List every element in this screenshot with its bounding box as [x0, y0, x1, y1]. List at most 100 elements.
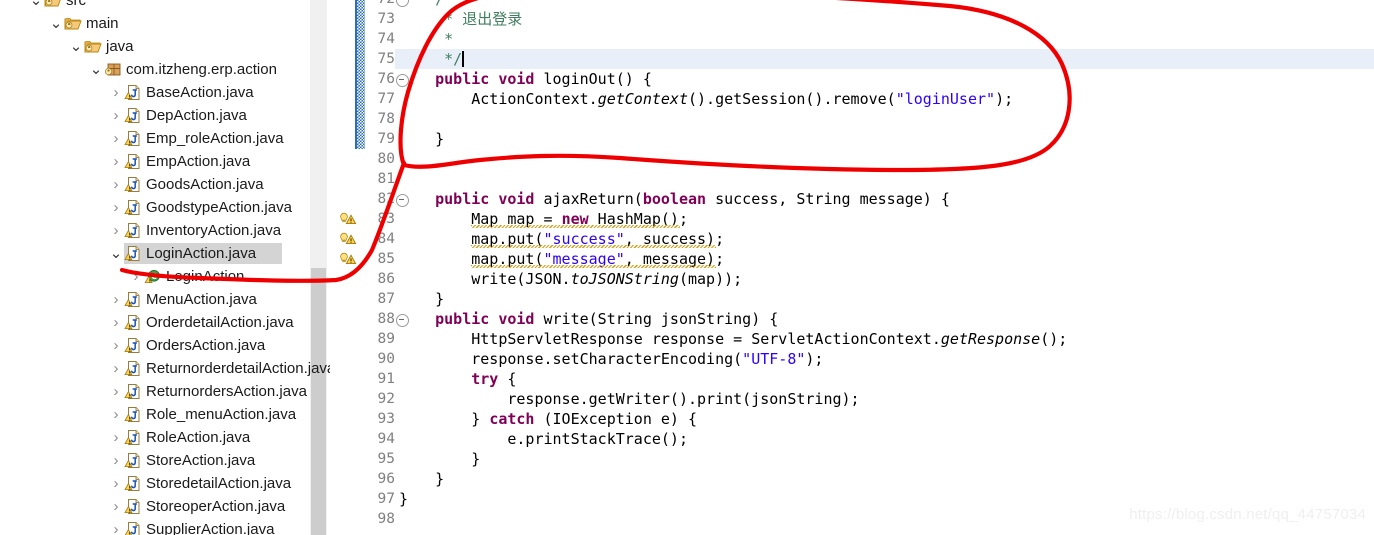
- java-file-icon: [124, 314, 142, 331]
- code-line[interactable]: try {: [399, 369, 516, 389]
- code-line[interactable]: public void loginOut() {: [399, 69, 652, 89]
- chevron-right-icon[interactable]: ›: [108, 150, 124, 173]
- tree-vertical-scrollbar[interactable]: [310, 0, 327, 535]
- code-line[interactable]: }: [399, 289, 444, 309]
- line-number: 88: [363, 309, 409, 329]
- quickfix-warning-icon[interactable]: [339, 231, 357, 247]
- tree-item-ordersaction-java[interactable]: › OrdersAction.java: [0, 334, 330, 357]
- chevron-right-icon[interactable]: ›: [128, 265, 144, 288]
- tree-item-baseaction-java[interactable]: › BaseAction.java: [0, 81, 330, 104]
- java-file-icon: [124, 246, 140, 261]
- code-line[interactable]: }: [399, 449, 480, 469]
- code-line[interactable]: }: [399, 489, 408, 509]
- code-line[interactable]: } catch (IOException e) {: [399, 409, 697, 429]
- code-line[interactable]: [399, 109, 408, 129]
- tree-item-storedetailaction-java[interactable]: › StoredetailAction.java: [0, 472, 330, 495]
- tree-item-goodsaction-java[interactable]: › GoodsAction.java: [0, 173, 330, 196]
- chevron-right-icon[interactable]: ›: [108, 288, 124, 311]
- line-number: 80: [377, 151, 395, 167]
- chevron-right-icon[interactable]: ›: [108, 380, 124, 403]
- quickfix-warning-icon[interactable]: [339, 211, 357, 227]
- code-line[interactable]: public void write(String jsonString) {: [399, 309, 778, 329]
- tree-item-empaction-java[interactable]: › EmpAction.java: [0, 150, 330, 173]
- tree-item-loginaction[interactable]: › C LoginAction: [0, 265, 330, 288]
- code-line[interactable]: *: [399, 29, 453, 49]
- code-line[interactable]: }: [399, 129, 444, 149]
- tree-item-supplieraction-java[interactable]: › SupplierAction.java: [0, 518, 330, 535]
- tree-item-loginaction-java[interactable]: ⌄ LoginAction.java: [0, 242, 330, 265]
- code-line[interactable]: map.put("success", success);: [399, 229, 724, 249]
- code-line[interactable]: e.printStackTrace();: [399, 429, 688, 449]
- tree-item-returnorderdetailaction-java[interactable]: › ReturnorderdetailAction.java: [0, 357, 331, 380]
- code-line[interactable]: [399, 169, 408, 189]
- tree-item-label: ReturnordersAction.java: [146, 383, 307, 400]
- tree-item-storeoperaction-java[interactable]: › StoreoperAction.java: [0, 495, 330, 518]
- tree-item-inventoryaction-java[interactable]: › InventoryAction.java: [0, 219, 330, 242]
- chevron-right-icon[interactable]: ›: [108, 357, 124, 380]
- java-file-icon: [124, 84, 142, 101]
- tree-item-label: RoleAction.java: [146, 429, 251, 446]
- tree-item-depaction-java[interactable]: › DepAction.java: [0, 104, 330, 127]
- code-line[interactable]: */: [399, 49, 462, 69]
- chevron-right-icon[interactable]: ›: [108, 81, 124, 104]
- code-line[interactable]: response.getWriter().print(jsonString);: [399, 389, 859, 409]
- tree-item-main[interactable]: ⌄ main: [0, 12, 330, 35]
- tree-item-returnordersaction-java[interactable]: › ReturnordersAction.java: [0, 380, 330, 403]
- java-file-icon: [124, 131, 140, 146]
- code-folding-toggle[interactable]: [396, 74, 409, 87]
- chevron-right-icon[interactable]: ›: [108, 196, 124, 219]
- java-file-icon: [124, 245, 142, 262]
- tree-item-storeaction-java[interactable]: › StoreAction.java: [0, 449, 330, 472]
- tree-item-src[interactable]: ⌄ src: [0, 0, 330, 12]
- tree-item-menuaction-java[interactable]: › MenuAction.java: [0, 288, 330, 311]
- svg-text:C: C: [151, 272, 157, 281]
- source-code-text[interactable]: /* * 退出登录 * */ public void loginOut() { …: [399, 0, 1374, 535]
- chevron-down-icon[interactable]: ⌄: [108, 246, 124, 261]
- tree-scrollbar-thumb[interactable]: [311, 268, 326, 535]
- chevron-right-icon[interactable]: ›: [108, 495, 124, 518]
- code-line[interactable]: }: [399, 469, 444, 489]
- tree-item-goodstypeaction-java[interactable]: › GoodstypeAction.java: [0, 196, 330, 219]
- chevron-right-icon[interactable]: ›: [108, 426, 124, 449]
- chevron-right-icon[interactable]: ›: [108, 127, 124, 150]
- tree-item-label: Role_menuAction.java: [146, 406, 297, 423]
- code-line[interactable]: map.put("message", message);: [399, 249, 724, 269]
- chevron-down-icon[interactable]: ⌄: [68, 39, 84, 54]
- code-line[interactable]: [399, 509, 408, 529]
- chevron-right-icon[interactable]: ›: [108, 104, 124, 127]
- tree-item-orderdetailaction-java[interactable]: › OrderdetailAction.java: [0, 311, 330, 334]
- tree-item-emp_roleaction-java[interactable]: › Emp_roleAction.java: [0, 127, 330, 150]
- package-explorer-tree[interactable]: ⌄ src ⌄ main ⌄ java ⌄ com.itzheng.erp.actio…: [0, 0, 330, 535]
- chevron-right-icon[interactable]: ›: [108, 403, 124, 426]
- code-editor-area[interactable]: 72 73 74 75 76 77 78 79 80 81 82 83 84 85 86 87 88 89 90 91…: [333, 0, 1374, 535]
- line-number: 97: [377, 491, 395, 507]
- code-line[interactable]: [399, 149, 408, 169]
- chevron-right-icon[interactable]: ›: [108, 449, 124, 472]
- code-folding-toggle[interactable]: [396, 194, 409, 207]
- code-folding-toggle[interactable]: [396, 314, 409, 327]
- tree-item-role_menuaction-java[interactable]: › Role_menuAction.java: [0, 403, 330, 426]
- chevron-down-icon[interactable]: ⌄: [88, 62, 104, 77]
- chevron-right-icon[interactable]: ›: [108, 173, 124, 196]
- tree-item-java[interactable]: ⌄ java: [0, 35, 330, 58]
- chevron-down-icon[interactable]: ⌄: [48, 16, 64, 31]
- code-line[interactable]: public void ajaxReturn(boolean success, …: [399, 189, 950, 209]
- java-file-icon: [124, 498, 142, 515]
- annotation-marker-ruler[interactable]: [333, 0, 357, 535]
- chevron-right-icon[interactable]: ›: [108, 334, 124, 357]
- tree-item-roleaction-java[interactable]: › RoleAction.java: [0, 426, 330, 449]
- chevron-right-icon[interactable]: ›: [108, 472, 124, 495]
- eclipse-ide-window: ⌄ src ⌄ main ⌄ java ⌄ com.itzheng.erp.actio…: [0, 0, 1374, 535]
- chevron-right-icon[interactable]: ›: [108, 219, 124, 242]
- code-line[interactable]: Map map = new HashMap();: [399, 209, 688, 229]
- chevron-right-icon[interactable]: ›: [108, 518, 124, 535]
- chevron-down-icon[interactable]: ⌄: [28, 0, 44, 8]
- code-line[interactable]: * 退出登录: [399, 9, 522, 29]
- code-line[interactable]: HttpServletResponse response = ServletAc…: [399, 329, 1067, 349]
- code-line[interactable]: write(JSON.toJSONString(map));: [399, 269, 742, 289]
- quickfix-warning-icon[interactable]: [339, 251, 357, 267]
- chevron-right-icon[interactable]: ›: [108, 311, 124, 334]
- code-line[interactable]: ActionContext.getContext().getSession().…: [399, 89, 1013, 109]
- code-line[interactable]: response.setCharacterEncoding("UTF-8");: [399, 349, 823, 369]
- tree-item-com-itzheng-erp-action[interactable]: ⌄ com.itzheng.erp.action: [0, 58, 330, 81]
